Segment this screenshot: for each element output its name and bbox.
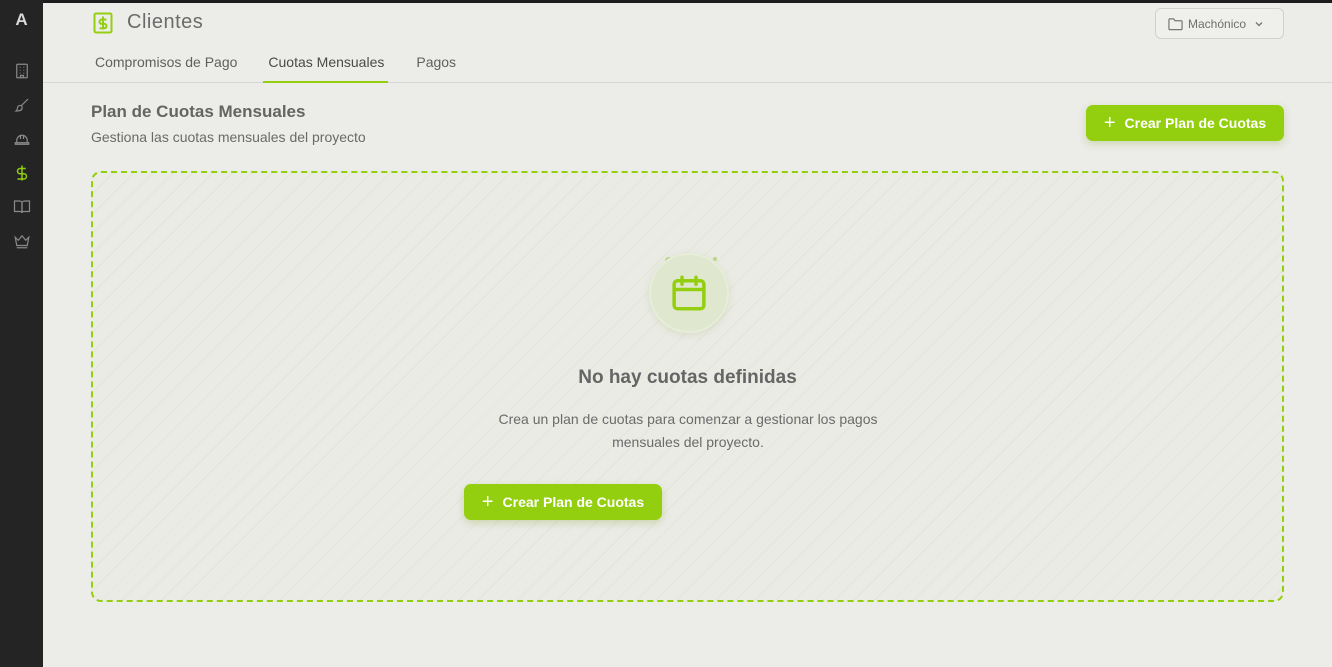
page-title-group: Clientes: [93, 11, 203, 34]
calendar-icon: [672, 275, 706, 311]
crown-icon: [13, 234, 30, 249]
dollar-square-icon: [93, 12, 113, 33]
plus-icon: +: [481, 491, 494, 513]
empty-state-create-plan-button-label: Crear Plan de Cuotas: [502, 494, 645, 510]
tab-cuotas-mensuales[interactable]: Cuotas Mensuales: [263, 45, 389, 83]
tab-bar: Compromisos de Pago Cuotas Mensuales Pag…: [95, 45, 484, 83]
sidebar-item-design[interactable]: [0, 88, 43, 122]
tab-pagos[interactable]: Pagos: [416, 45, 456, 83]
tab-compromisos-de-pago[interactable]: Compromisos de Pago: [95, 45, 237, 83]
empty-state-create-plan-button[interactable]: + Crear Plan de Cuotas: [464, 484, 662, 520]
create-plan-button[interactable]: + Crear Plan de Cuotas: [1086, 105, 1284, 141]
sidebar-item-premium[interactable]: [0, 224, 43, 258]
section-subtitle: Gestiona las cuotas mensuales del proyec…: [91, 129, 366, 145]
hardhat-icon: [14, 134, 29, 145]
folder-icon: [1168, 17, 1183, 30]
book-icon: [13, 200, 30, 214]
project-selector-label: Machónico: [1188, 16, 1247, 31]
sidebar-item-buildings[interactable]: [0, 54, 43, 88]
empty-state-title: No hay cuotas definidas: [578, 367, 797, 388]
sidebar-item-library[interactable]: [0, 190, 43, 224]
section-title: Plan de Cuotas Mensuales: [91, 102, 306, 121]
sidebar: A: [0, 0, 43, 667]
chevron-down-icon: [1255, 21, 1263, 26]
empty-state-icon-wrap: [649, 253, 729, 333]
decorative-dot: [713, 257, 717, 261]
dollar-icon: [16, 165, 27, 181]
sidebar-item-clients[interactable]: [0, 156, 43, 190]
empty-state-panel: No hay cuotas definidas Crea un plan de …: [91, 171, 1284, 602]
empty-state-description: Crea un plan de cuotas para comenzar a g…: [498, 411, 878, 450]
project-selector[interactable]: Machónico: [1155, 8, 1284, 39]
building-icon: [15, 63, 28, 79]
sidebar-item-construction[interactable]: [0, 122, 43, 156]
create-plan-button-label: Crear Plan de Cuotas: [1124, 115, 1267, 131]
page-header: Clientes Machónico Compromisos de Pago C…: [43, 3, 1332, 83]
app-logo[interactable]: A: [15, 10, 27, 34]
plus-icon: +: [1103, 112, 1116, 134]
brush-icon: [14, 98, 28, 112]
page-title: Clientes: [127, 11, 204, 33]
